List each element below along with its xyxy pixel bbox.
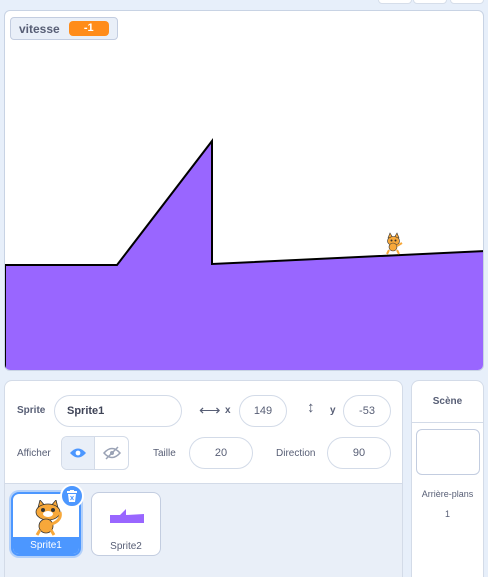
stage-selector[interactable]: Scène Arrière-plans 1 [411, 380, 484, 577]
x-input[interactable]: 149 [239, 395, 287, 427]
ground-shape-icon [110, 509, 144, 523]
fullscreen-button[interactable] [450, 0, 484, 4]
small-stage-button[interactable] [378, 0, 412, 4]
x-label: x [225, 405, 231, 416]
hide-button[interactable] [95, 437, 128, 469]
delete-sprite-button[interactable] [60, 484, 84, 508]
y-input[interactable]: -53 [343, 395, 391, 427]
trash-icon [67, 489, 77, 502]
show-label: Afficher [17, 448, 51, 459]
sprite-pane: Sprite Sprite1 ⟷ x 149 ↕ y -53 Afficher [4, 380, 403, 577]
y-arrow-icon: ↕ [307, 399, 315, 416]
sprite-tile-sprite2[interactable]: Sprite2 [91, 492, 161, 556]
x-arrow-icon: ⟷ [199, 402, 221, 419]
eye-slash-icon [102, 446, 121, 460]
monitor-label: vitesse [19, 21, 60, 36]
size-label: Taille [153, 448, 176, 459]
backdrops-label: Arrière-plans [421, 489, 474, 499]
stage-canvas[interactable]: vitesse -1 [4, 10, 484, 371]
monitor-value: -1 [68, 21, 109, 36]
direction-label: Direction [276, 448, 316, 459]
size-input[interactable]: 20 [189, 437, 253, 469]
sprite-info: Sprite Sprite1 ⟷ x 149 ↕ y -53 Afficher [5, 381, 402, 483]
cat-sprite[interactable] [386, 232, 403, 255]
variable-monitor: vitesse -1 [10, 17, 118, 40]
visibility-toggle [61, 436, 129, 470]
stage-panel-title: Scène [412, 381, 483, 423]
ground-shape [5, 138, 483, 370]
backdrops-count: 1 [444, 509, 450, 519]
eye-icon [70, 448, 86, 458]
cat-icon [35, 500, 62, 536]
y-label: y [330, 405, 336, 416]
sprite-label: Sprite [17, 405, 46, 416]
show-button[interactable] [62, 437, 96, 469]
sprite-tile-label: Sprite1 [13, 537, 79, 554]
large-stage-button[interactable] [413, 0, 447, 4]
direction-input[interactable]: 90 [327, 437, 391, 469]
sprite-name-input[interactable]: Sprite1 [54, 395, 182, 427]
stage-thumbnail[interactable] [416, 429, 480, 475]
sprite-tile-label: Sprite2 [110, 541, 142, 552]
